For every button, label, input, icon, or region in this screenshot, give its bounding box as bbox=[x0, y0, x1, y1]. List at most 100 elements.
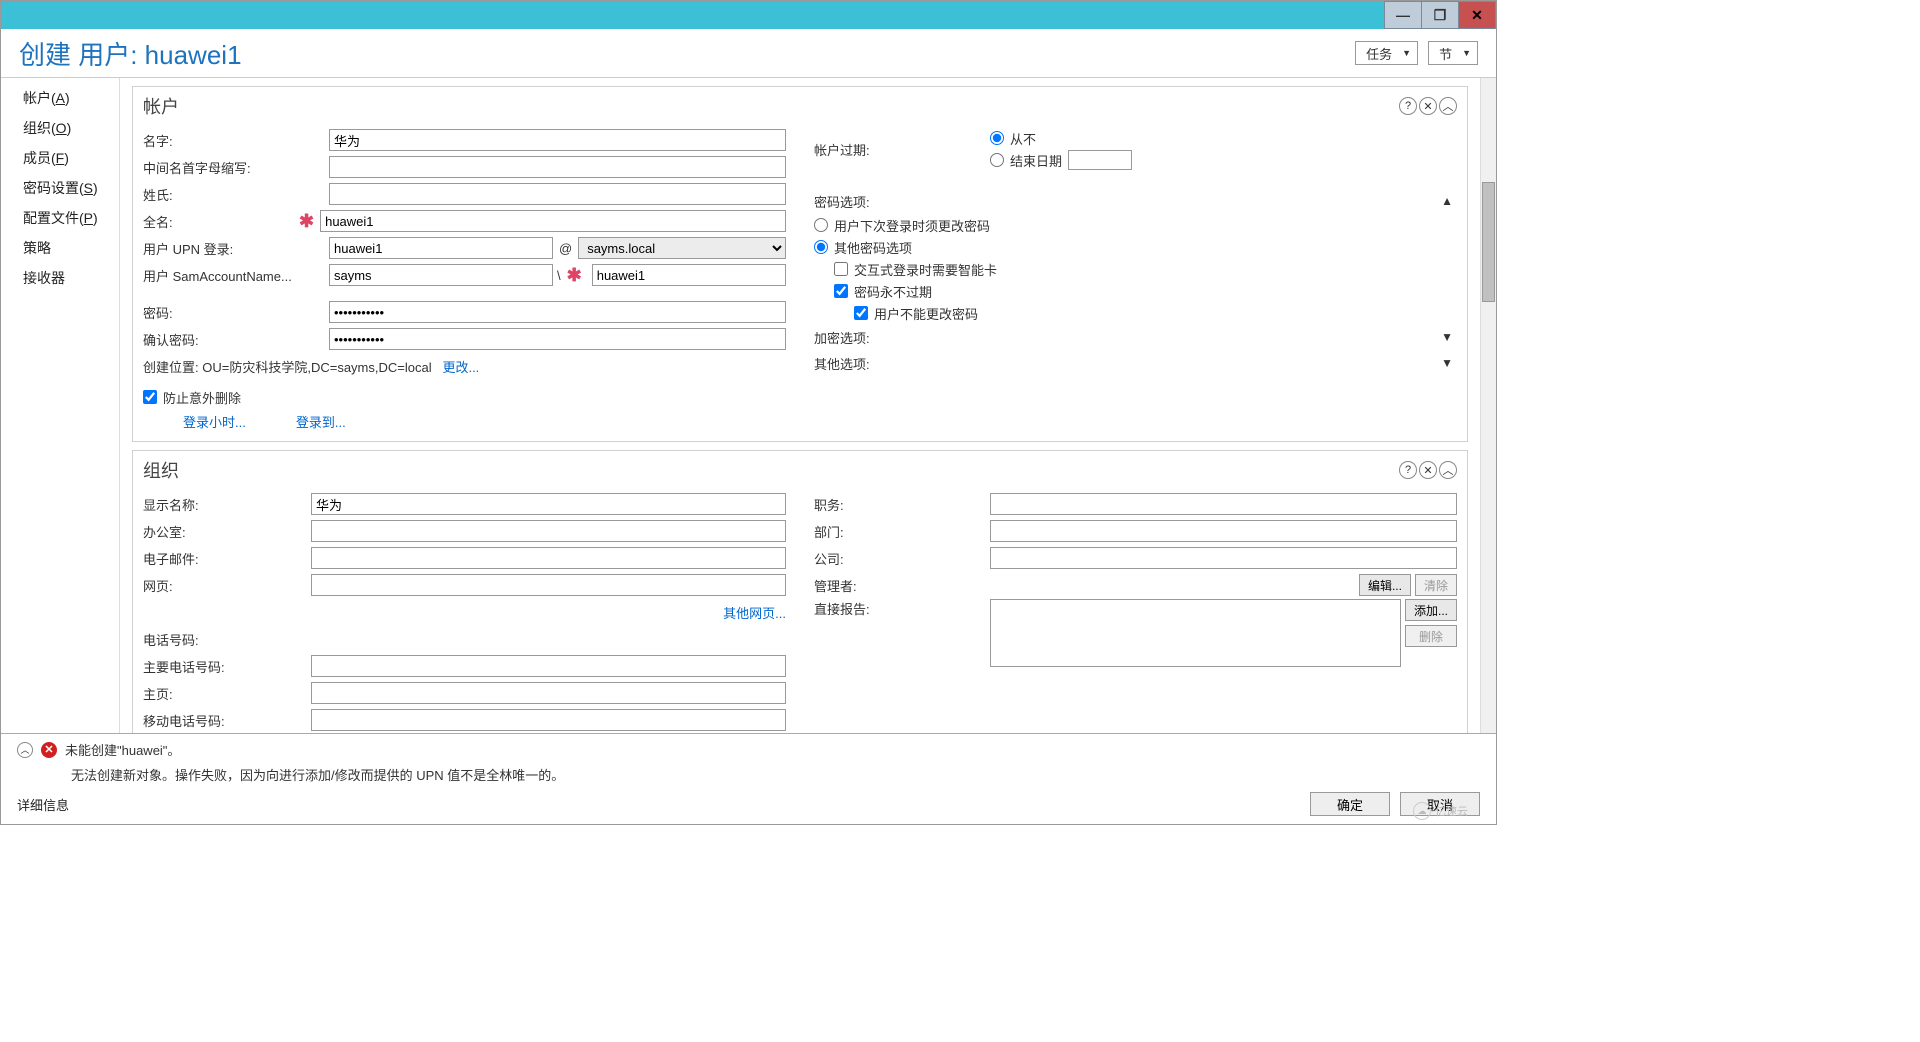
sidebar-item-password[interactable]: 密码设置(S) bbox=[23, 178, 119, 198]
confirm-password-input[interactable] bbox=[329, 328, 786, 350]
sidebar-item-profile[interactable]: 配置文件(P) bbox=[23, 208, 119, 228]
titlebar: — ❐ ✕ bbox=[1, 1, 1496, 29]
details-link[interactable]: 详细信息 bbox=[17, 795, 69, 814]
edit-manager-button[interactable]: 编辑... bbox=[1359, 574, 1411, 596]
expand-error-icon[interactable]: ︿ bbox=[17, 742, 33, 758]
create-in-value: OU=防灾科技学院,DC=sayms,DC=local bbox=[202, 360, 431, 375]
smartcard-checkbox[interactable] bbox=[834, 262, 848, 276]
first-name-input[interactable] bbox=[329, 129, 786, 151]
password-input[interactable] bbox=[329, 301, 786, 323]
never-expires-radio[interactable] bbox=[990, 131, 1004, 145]
upn-label: 用户 UPN 登录: bbox=[143, 239, 311, 258]
last-name-label: 姓氏: bbox=[143, 185, 311, 204]
help-icon[interactable]: ? bbox=[1399, 97, 1417, 115]
webpage-input[interactable] bbox=[311, 574, 786, 596]
sidebar-item-policy[interactable]: 策略 bbox=[23, 238, 119, 258]
add-report-button[interactable]: 添加... bbox=[1405, 599, 1457, 621]
expires-label: 帐户过期: bbox=[814, 140, 990, 159]
collapse-caret-icon[interactable]: ▲ bbox=[1437, 194, 1457, 208]
mobile-input[interactable] bbox=[311, 709, 786, 731]
logon-to-link[interactable]: 登录到... bbox=[296, 412, 346, 431]
end-date-input[interactable] bbox=[1068, 150, 1132, 170]
scrollbar[interactable] bbox=[1480, 78, 1496, 733]
display-name-label: 显示名称: bbox=[143, 495, 311, 514]
cannot-change-pwd-checkbox[interactable] bbox=[854, 306, 868, 320]
mobile-label: 移动电话号码: bbox=[143, 711, 311, 730]
main-phone-input[interactable] bbox=[311, 655, 786, 677]
help-icon[interactable]: ? bbox=[1399, 461, 1417, 479]
logon-hours-link[interactable]: 登录小时... bbox=[183, 412, 246, 431]
full-name-input[interactable] bbox=[320, 210, 786, 232]
expand-caret-icon[interactable]: ▼ bbox=[1437, 330, 1457, 344]
org-section-title: 组织 bbox=[143, 457, 179, 483]
ok-button[interactable]: 确定 bbox=[1310, 792, 1390, 816]
direct-reports-list[interactable] bbox=[990, 599, 1401, 667]
minimize-button[interactable]: — bbox=[1384, 1, 1422, 29]
maximize-button[interactable]: ❐ bbox=[1421, 1, 1459, 29]
cloud-icon: ☁ bbox=[1413, 802, 1431, 820]
upn-domain-select[interactable]: sayms.local bbox=[578, 237, 786, 259]
initials-input[interactable] bbox=[329, 156, 786, 178]
error-detail: 无法创建新对象。操作失败，因为向进行添加/修改而提供的 UPN 值不是全林唯一的… bbox=[17, 765, 1480, 784]
remove-report-button: 删除 bbox=[1405, 625, 1457, 647]
sidebar-item-account[interactable]: 帐户(A) bbox=[23, 88, 119, 108]
change-location-link[interactable]: 更改... bbox=[442, 360, 479, 375]
sam-user-input[interactable] bbox=[592, 264, 786, 286]
other-webpages-link[interactable]: 其他网页... bbox=[723, 603, 786, 622]
sidebar-item-member[interactable]: 成员(F) bbox=[23, 148, 119, 168]
reports-label: 直接报告: bbox=[814, 599, 990, 618]
company-input[interactable] bbox=[990, 547, 1457, 569]
required-icon: ✱ bbox=[293, 211, 320, 232]
confirm-password-label: 确认密码: bbox=[143, 330, 311, 349]
scrollbar-thumb[interactable] bbox=[1482, 182, 1495, 302]
expand-caret-icon[interactable]: ▼ bbox=[1437, 356, 1457, 370]
end-date-radio[interactable] bbox=[990, 153, 1004, 167]
first-name-label: 名字: bbox=[143, 131, 311, 150]
sidebar-item-organization[interactable]: 组织(O) bbox=[23, 118, 119, 138]
webpage-label: 网页: bbox=[143, 576, 311, 595]
pwd-never-expires-checkbox[interactable] bbox=[834, 284, 848, 298]
homepage-input[interactable] bbox=[311, 682, 786, 704]
error-title: 未能创建"huawei"。 bbox=[65, 740, 180, 759]
error-footer: ︿ ✕ 未能创建"huawei"。 无法创建新对象。操作失败，因为向进行添加/修… bbox=[1, 733, 1496, 824]
office-label: 办公室: bbox=[143, 522, 311, 541]
account-section-title: 帐户 bbox=[143, 93, 179, 119]
chevron-down-icon: ▼ bbox=[1462, 48, 1471, 58]
organization-section: 组织 ? ✕ ︿ 显示名称: 办公室: 电子邮件: 网页: bbox=[132, 450, 1468, 733]
header: 创建 用户: huawei1 任务▼ 节▼ bbox=[1, 29, 1496, 77]
tasks-dropdown[interactable]: 任务▼ bbox=[1355, 41, 1418, 65]
must-change-radio[interactable] bbox=[814, 218, 828, 232]
dept-input[interactable] bbox=[990, 520, 1457, 542]
collapse-icon[interactable]: ︿ bbox=[1439, 97, 1457, 115]
title-input[interactable] bbox=[990, 493, 1457, 515]
content-scroll[interactable]: 帐户 ? ✕ ︿ 名字: bbox=[120, 78, 1480, 733]
create-in-label: 创建位置: bbox=[143, 360, 199, 375]
full-name-label: 全名: bbox=[143, 212, 293, 231]
email-input[interactable] bbox=[311, 547, 786, 569]
last-name-input[interactable] bbox=[329, 183, 786, 205]
sections-dropdown[interactable]: 节▼ bbox=[1428, 41, 1478, 65]
required-icon: ✱ bbox=[561, 265, 588, 286]
office-input[interactable] bbox=[311, 520, 786, 542]
email-label: 电子邮件: bbox=[143, 549, 311, 568]
dept-label: 部门: bbox=[814, 522, 990, 541]
close-section-icon[interactable]: ✕ bbox=[1419, 461, 1437, 479]
sidebar-item-silo[interactable]: 接收器 bbox=[23, 268, 119, 288]
homepage-label: 主页: bbox=[143, 684, 311, 703]
password-options-label: 密码选项: bbox=[814, 192, 870, 211]
collapse-icon[interactable]: ︿ bbox=[1439, 461, 1457, 479]
create-user-window: — ❐ ✕ 创建 用户: huawei1 任务▼ 节▼ 帐户(A) 组织(O) … bbox=[0, 0, 1497, 825]
company-label: 公司: bbox=[814, 549, 990, 568]
sidebar: 帐户(A) 组织(O) 成员(F) 密码设置(S) 配置文件(P) 策略 接收器 bbox=[1, 78, 119, 733]
display-name-input[interactable] bbox=[311, 493, 786, 515]
at-sign: @ bbox=[553, 241, 578, 256]
upn-user-input[interactable] bbox=[329, 237, 553, 259]
other-options-label: 其他选项: bbox=[814, 354, 870, 373]
protect-delete-checkbox[interactable] bbox=[143, 390, 157, 404]
sam-domain-input[interactable] bbox=[329, 264, 553, 286]
other-pwd-radio[interactable] bbox=[814, 240, 828, 254]
phone-label: 电话号码: bbox=[143, 630, 311, 649]
close-button[interactable]: ✕ bbox=[1458, 1, 1496, 29]
close-section-icon[interactable]: ✕ bbox=[1419, 97, 1437, 115]
manager-label: 管理者: bbox=[814, 576, 990, 595]
